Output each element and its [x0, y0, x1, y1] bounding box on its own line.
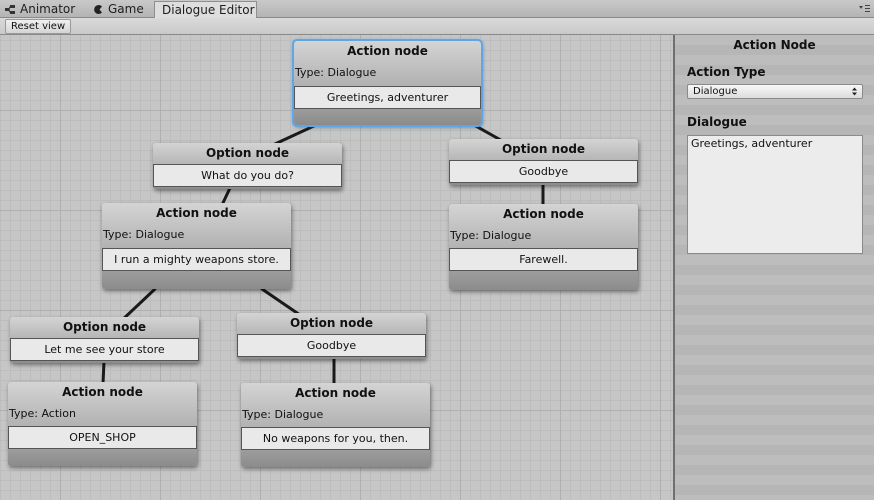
node-type-label: Type: Dialogue	[103, 228, 185, 241]
tab-game-label: Game	[108, 2, 144, 16]
node-title: Action node	[503, 207, 584, 221]
node-title: Action node	[347, 44, 428, 58]
node-title: Action node	[62, 385, 143, 399]
option-node[interactable]: Option node Goodbye	[237, 313, 426, 359]
node-text-field[interactable]: OPEN_SHOP	[8, 426, 197, 449]
node-title: Action node	[156, 206, 237, 220]
node-text-field[interactable]: Goodbye	[449, 160, 638, 183]
node-text-field[interactable]: What do you do?	[153, 164, 342, 187]
node-text-field[interactable]: No weapons for you, then.	[241, 427, 430, 450]
node-type-label: Type: Dialogue	[242, 408, 324, 421]
action-node[interactable]: Action node Type: Dialogue No weapons fo…	[241, 383, 430, 467]
connection-line	[260, 287, 302, 317]
node-text-field[interactable]: Farewell.	[449, 248, 638, 271]
action-type-dropdown[interactable]: Dialogue	[687, 84, 863, 99]
node-text-field[interactable]: Let me see your store	[10, 338, 199, 361]
dropdown-arrows-icon	[852, 87, 857, 96]
connection-line	[101, 359, 106, 386]
node-text-field[interactable]: I run a mighty weapons store.	[102, 248, 291, 271]
node-type-label: Type: Dialogue	[295, 66, 377, 79]
option-node[interactable]: Option node Let me see your store	[10, 317, 199, 363]
node-text-field[interactable]: Goodbye	[237, 334, 426, 357]
action-type-value: Dialogue	[693, 86, 738, 97]
node-title: Option node	[289, 316, 374, 330]
dialogue-label: Dialogue	[687, 115, 747, 129]
node-type-label: Type: Action	[9, 407, 76, 420]
tab-animator-label: Animator	[20, 2, 76, 16]
toolbar: Reset view	[0, 18, 874, 35]
node-graph-canvas[interactable]: Action node Type: Dialogue Greetings, ad…	[0, 35, 673, 500]
node-title: Option node	[62, 320, 147, 334]
tab-game[interactable]: Game	[88, 1, 152, 18]
tab-dialogue-editor-label: Dialogue Editor	[162, 3, 255, 17]
tab-bar: Animator Game Dialogue Editor	[0, 0, 874, 18]
action-node[interactable]: Action node Type: Dialogue Greetings, ad…	[292, 39, 483, 127]
action-node[interactable]: Action node Type: Action OPEN_SHOP	[8, 382, 197, 466]
inspector-title: Action Node	[733, 38, 816, 52]
dialogue-textarea[interactable]: Greetings, adventurer	[687, 135, 863, 254]
node-title: Option node	[205, 146, 290, 160]
action-node[interactable]: Action node Type: Dialogue I run a might…	[102, 203, 291, 289]
option-node[interactable]: Option node What do you do?	[153, 143, 342, 189]
node-title: Action node	[295, 386, 376, 400]
panel-menu-icon[interactable]	[858, 4, 870, 14]
node-type-label: Type: Dialogue	[450, 229, 532, 242]
action-node[interactable]: Action node Type: Dialogue Farewell.	[449, 204, 638, 290]
option-node[interactable]: Option node Goodbye	[449, 139, 638, 185]
animator-icon	[5, 5, 15, 14]
tab-dialogue-editor[interactable]: Dialogue Editor	[154, 1, 257, 18]
node-text-field[interactable]: Greetings, adventurer	[294, 86, 481, 109]
game-icon	[94, 5, 102, 15]
inspector-panel: Action Node Action Type Dialogue Dialogu…	[673, 35, 874, 500]
action-type-label: Action Type	[687, 65, 766, 79]
node-title: Option node	[501, 142, 586, 156]
reset-view-button[interactable]: Reset view	[5, 19, 72, 34]
tab-animator[interactable]: Animator	[0, 1, 86, 18]
